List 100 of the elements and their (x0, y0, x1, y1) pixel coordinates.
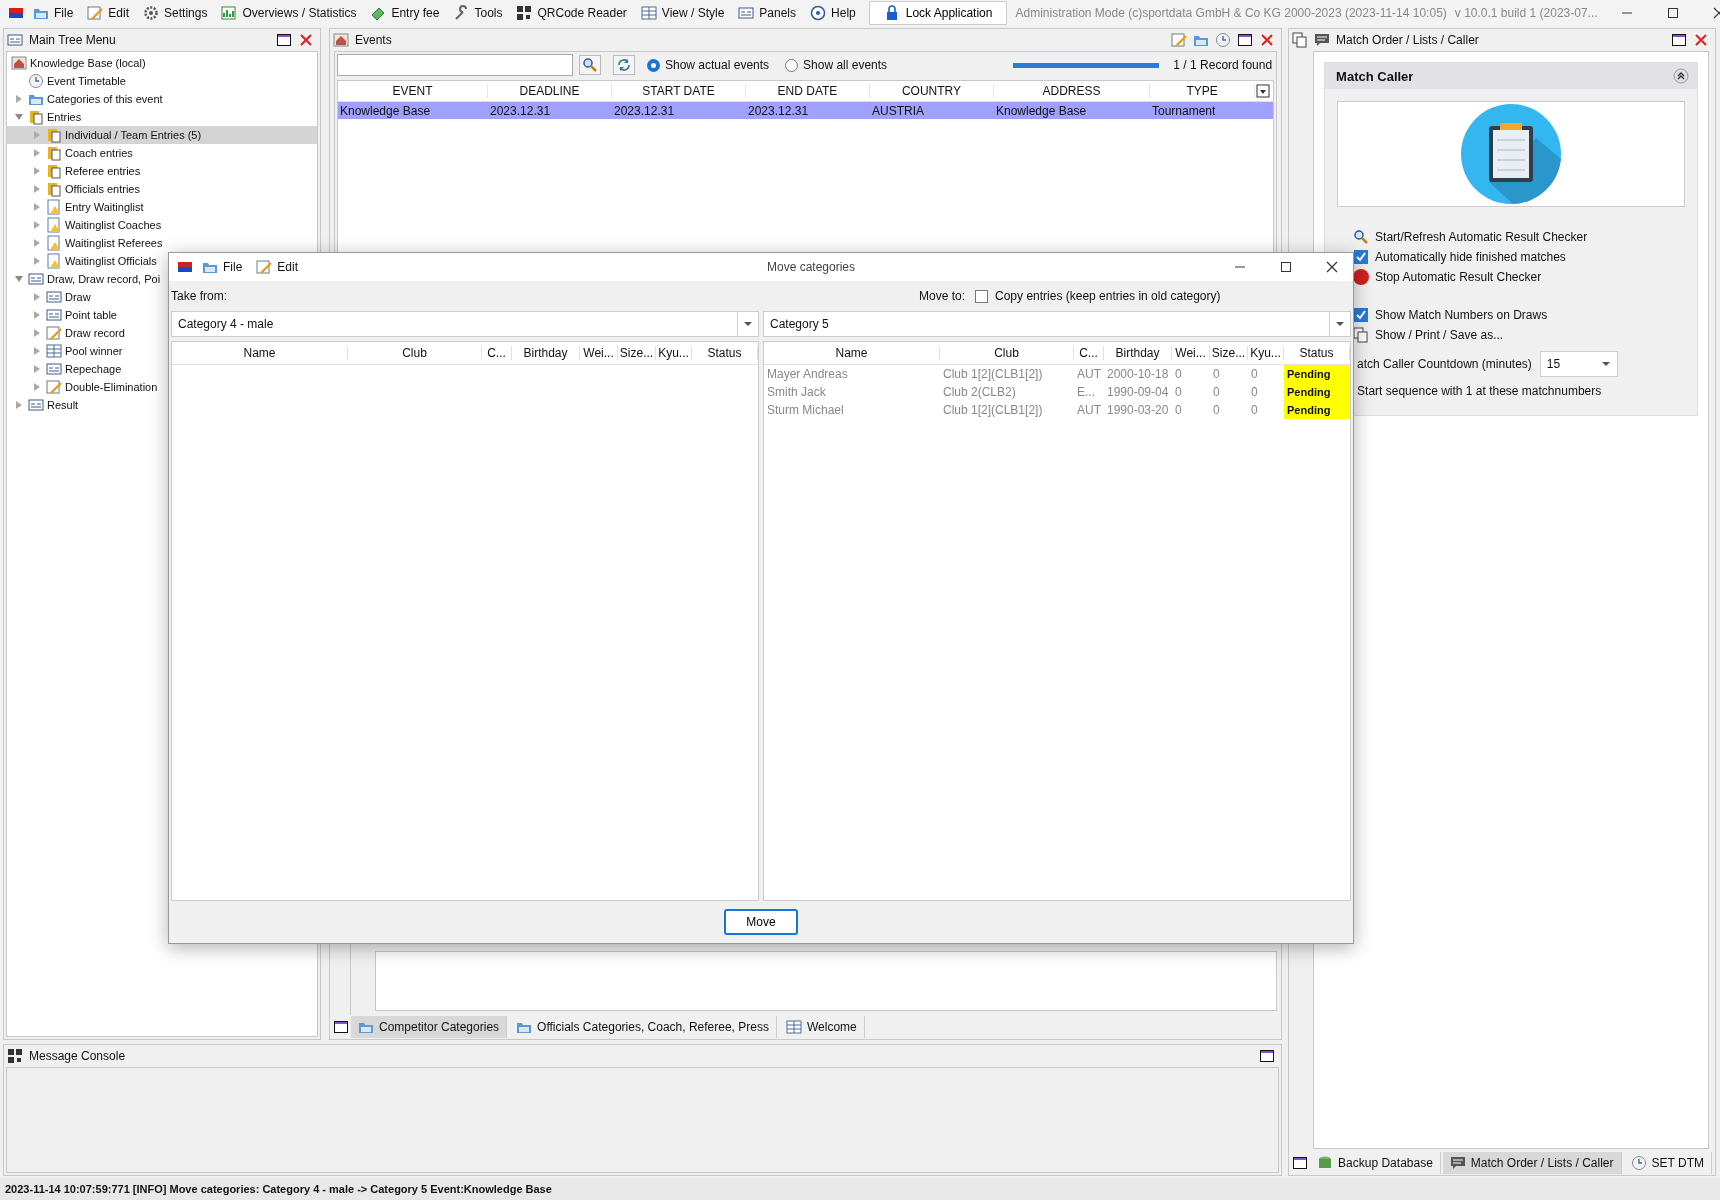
tab[interactable]: Competitor Categories (351, 1016, 508, 1038)
column-filter-icon[interactable] (1255, 83, 1272, 99)
tree-item[interactable]: Categories of this event (7, 90, 317, 108)
take-from-label: Take from: (170, 289, 228, 303)
column-header[interactable]: Size... (1210, 346, 1248, 360)
record-count: 1 / 1 Record found (1173, 58, 1274, 72)
collapse-icon[interactable] (1673, 68, 1689, 84)
action-link[interactable]: Automatically hide finished matches (1353, 247, 1697, 267)
maximize-panel-icon[interactable] (276, 32, 292, 48)
tree-item[interactable]: Officials entries (7, 180, 317, 198)
column-header[interactable]: DEADLINE (488, 84, 612, 98)
column-header[interactable]: ADDRESS (994, 84, 1150, 98)
column-header[interactable]: Birthday (1104, 346, 1172, 360)
maximize-icon[interactable] (1278, 259, 1294, 275)
column-header[interactable]: Name (172, 346, 348, 360)
action-link[interactable]: Show / Print / Save as... (1353, 325, 1697, 345)
action-link[interactable]: Show Match Numbers on Draws (1353, 305, 1697, 325)
countdown-dropdown[interactable]: 15 (1539, 351, 1618, 377)
menu-item[interactable]: Panels (733, 3, 802, 23)
tree-item[interactable]: Knowledge Base (local) (7, 54, 317, 72)
search-button[interactable] (579, 55, 601, 75)
column-header[interactable]: COUNTRY (870, 84, 994, 98)
table-row[interactable]: Knowledge Base 2023.12.31 2023.12.31 2023.12.31 AUSTRIA Knowledge Base Tournament (338, 102, 1274, 119)
menu-item[interactable]: Edit (82, 3, 135, 23)
column-header[interactable]: C... (482, 346, 512, 360)
clipboard-icon (46, 163, 62, 179)
menu-item[interactable]: File (28, 3, 79, 23)
maximize-panel-icon[interactable] (1671, 32, 1687, 48)
tree-item[interactable]: Referee entries (7, 162, 317, 180)
edit-icon[interactable] (1171, 32, 1188, 48)
action-link[interactable]: Start/Refresh Automatic Result Checker (1353, 227, 1697, 247)
column-header[interactable]: Wei... (580, 346, 618, 360)
warning-document-icon (46, 235, 62, 251)
menu-item[interactable]: QRCode Reader (511, 3, 632, 23)
column-header[interactable]: Status (1284, 346, 1350, 360)
copy-icon[interactable] (1292, 32, 1309, 48)
tab[interactable]: Match Order / Lists / Caller (1442, 1152, 1622, 1174)
column-header[interactable]: EVENT (338, 84, 488, 98)
maximize-panel-icon[interactable] (333, 1019, 349, 1035)
checkbox[interactable] (1353, 249, 1370, 265)
close-icon[interactable] (1324, 259, 1340, 275)
app-logo-icon (177, 259, 193, 275)
clock-icon[interactable] (1215, 32, 1232, 48)
tree-item[interactable]: Repechage (7, 360, 317, 378)
column-header[interactable]: Name (764, 346, 940, 360)
column-header[interactable]: END DATE (746, 84, 870, 98)
tree-item[interactable]: Waitinglist Referees (7, 234, 317, 252)
tab[interactable]: Officials Categories, Coach, Referee, Press (509, 1016, 777, 1038)
action-link[interactable]: Stop Automatic Result Checker (1353, 267, 1697, 287)
tab[interactable]: Welcome (778, 1016, 865, 1038)
tree-item[interactable]: Waitinglist Coaches (7, 216, 317, 234)
move-button[interactable]: Move (724, 909, 798, 935)
tree-item[interactable]: Double-Elimination (7, 378, 317, 396)
tab[interactable]: SET DTM (1623, 1152, 1712, 1174)
column-header[interactable]: Club (940, 346, 1074, 360)
section-header[interactable]: Match Caller (1325, 63, 1697, 89)
speech-bubble-icon (1314, 32, 1331, 48)
column-header[interactable]: Kyu... (1248, 346, 1284, 360)
column-header[interactable]: Wei... (1172, 346, 1210, 360)
column-header[interactable]: Kyu... (656, 346, 692, 360)
column-header[interactable]: Club (348, 346, 482, 360)
table-cell-text: E... (1076, 385, 1096, 399)
tree-item[interactable]: Result (7, 396, 317, 414)
lock-application-button[interactable]: Lock Application (868, 1, 1008, 25)
search-field[interactable] (337, 54, 573, 76)
radio-option[interactable]: Show actual events (647, 58, 770, 72)
menu-item[interactable]: Settings (138, 3, 213, 23)
table-cell-text: Club 1[2](CLB1[2]) (942, 403, 1044, 417)
column-header[interactable]: Birthday (512, 346, 580, 360)
maximize-panel-icon[interactable] (1237, 32, 1254, 48)
column-header[interactable]: C... (1074, 346, 1104, 360)
tab[interactable]: Backup Database (1310, 1152, 1441, 1174)
tree-item[interactable]: Event Timetable (7, 72, 317, 90)
edit-icon (46, 379, 62, 395)
menu-item[interactable]: Entry fee (365, 3, 445, 23)
table-cell-text: 1990-09-04 (1106, 385, 1170, 399)
status-badge: Pending (1284, 383, 1350, 401)
menu-item[interactable]: View / Style (635, 3, 730, 23)
maximize-panel-icon[interactable] (1259, 1048, 1276, 1064)
column-header[interactable]: Size... (618, 346, 656, 360)
table-cell-text: Smith Jack (766, 385, 827, 399)
category-dropdown[interactable]: Category 5 (763, 311, 1351, 337)
column-header[interactable]: TYPE (1150, 84, 1256, 98)
refresh-button[interactable] (613, 55, 635, 75)
speech-bubble-icon (1449, 1155, 1466, 1171)
checkbox[interactable] (1353, 307, 1370, 323)
column-header[interactable]: START DATE (612, 84, 746, 98)
radio-option[interactable]: Show all events (785, 58, 888, 72)
menu-item[interactable]: Help (805, 3, 861, 23)
tree-item[interactable]: Individual / Team Entries (5) (7, 126, 317, 144)
menu-item[interactable]: Overviews / Statistics (216, 3, 362, 23)
category-dropdown[interactable]: Category 4 - male (171, 311, 759, 337)
maximize-panel-icon[interactable] (1292, 1155, 1309, 1171)
tree-item[interactable]: Entries (7, 108, 317, 126)
tree-item[interactable]: Entry Waitinglist (7, 198, 317, 216)
copy-entries-checkbox[interactable]: Copy entries (keep entries in old category) (975, 289, 1221, 303)
tree-item[interactable]: Coach entries (7, 144, 317, 162)
menu-item[interactable]: Tools (448, 3, 508, 23)
column-header[interactable]: Status (692, 346, 758, 360)
table-cell-text: 2000-10-18 (1106, 367, 1170, 381)
